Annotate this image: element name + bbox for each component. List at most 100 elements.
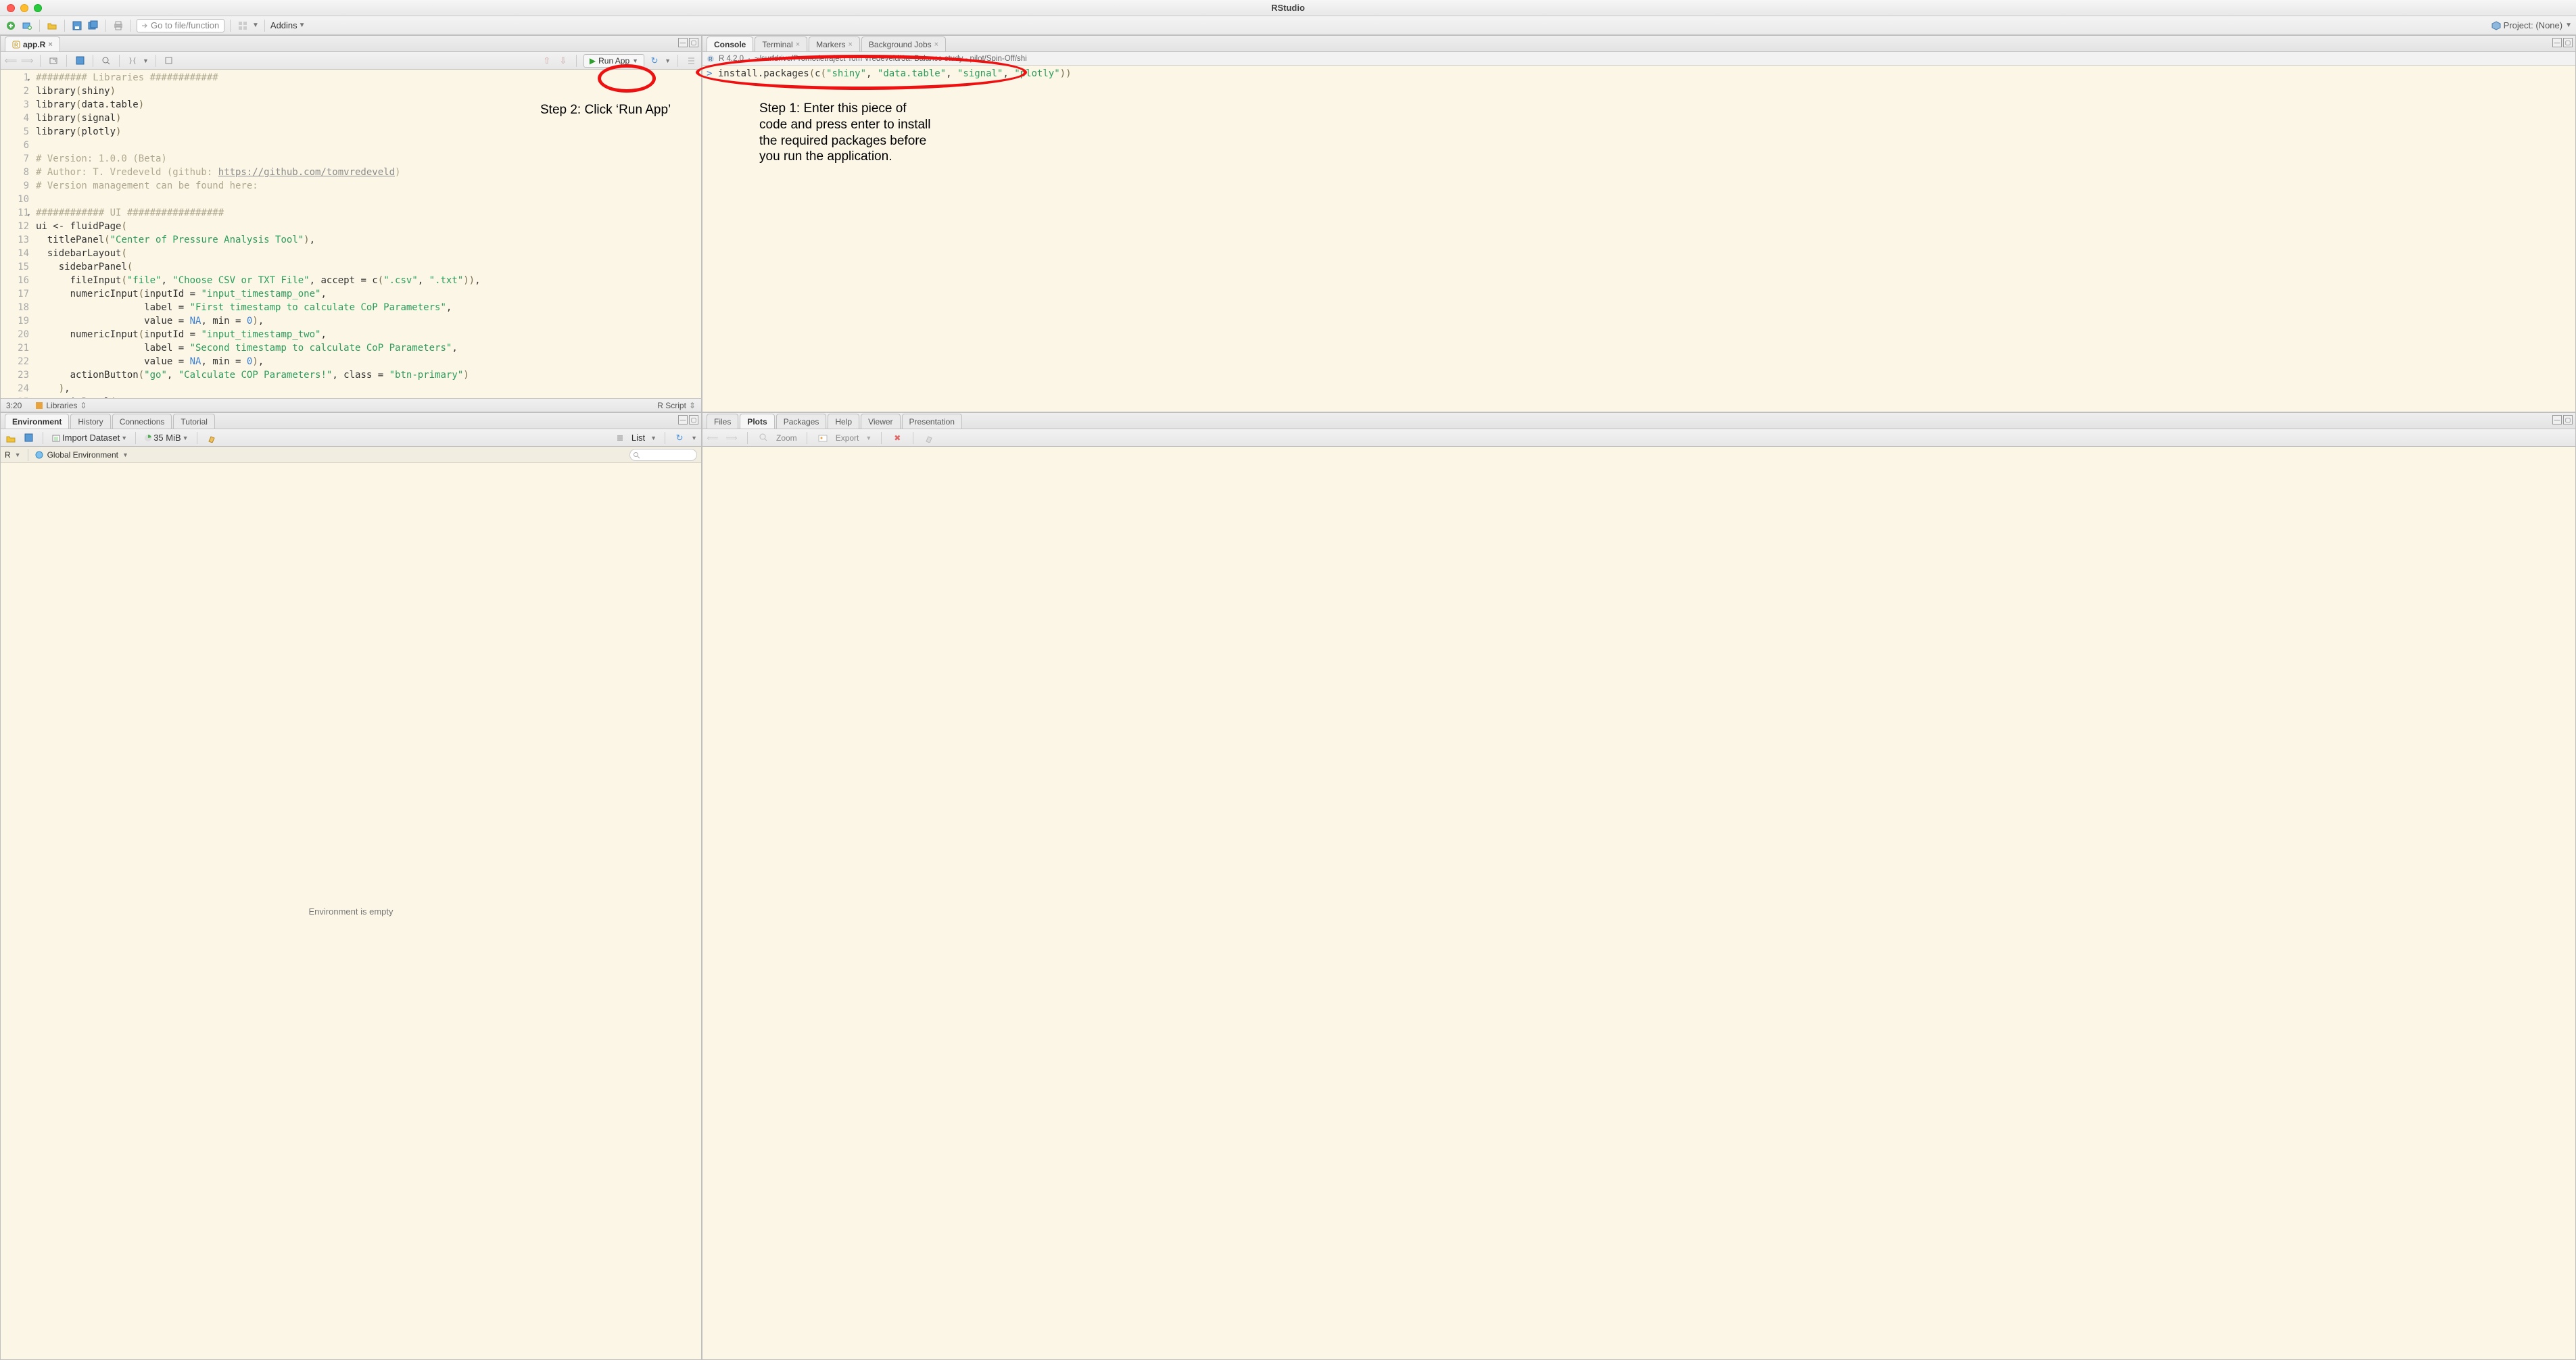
cursor-position: 3:20 xyxy=(6,401,22,410)
go-to-next-button[interactable]: ⇩ xyxy=(557,55,569,67)
tab-plots[interactable]: Plots xyxy=(740,414,774,429)
tab-presentation[interactable]: Presentation xyxy=(902,414,962,429)
chevron-down-icon[interactable]: ▼ xyxy=(122,452,128,458)
tab-tutorial[interactable]: Tutorial xyxy=(173,414,215,429)
remove-plot-button[interactable]: ✖ xyxy=(891,432,903,444)
new-file-button[interactable] xyxy=(4,19,18,32)
env-toolbar: Import Dataset ▼ 35 MiB ▼ List ▼ ↻ ▼ xyxy=(1,429,701,447)
chevron-down-icon[interactable]: ▼ xyxy=(650,435,657,441)
maximize-pane-button[interactable]: ▢ xyxy=(689,38,698,47)
chevron-updown-icon[interactable]: ⇕ xyxy=(80,401,87,410)
back-button[interactable]: ⟸ xyxy=(5,55,17,67)
tab-label: History xyxy=(78,417,103,427)
tab-label: Environment xyxy=(12,417,62,427)
tab-connections[interactable]: Connections xyxy=(112,414,172,429)
memory-usage-menu[interactable]: 35 MiB ▼ xyxy=(144,433,188,443)
chevron-down-icon[interactable]: ▼ xyxy=(691,435,697,441)
global-env-menu[interactable]: Global Environment xyxy=(47,450,118,460)
save-all-button[interactable] xyxy=(87,19,100,32)
outline-toggle-button[interactable] xyxy=(685,55,697,67)
chevron-down-icon[interactable]: ▼ xyxy=(143,57,149,64)
save-workspace-button[interactable] xyxy=(22,432,34,444)
zoom-button[interactable]: Zoom xyxy=(776,433,797,443)
chevron-updown-icon[interactable]: ⇕ xyxy=(689,401,696,410)
maximize-pane-button[interactable]: ▢ xyxy=(2563,415,2573,424)
new-project-button[interactable] xyxy=(20,19,34,32)
close-icon[interactable]: × xyxy=(796,41,800,49)
next-plot-button[interactable]: ⟹ xyxy=(725,432,738,444)
source-tab-app[interactable]: R app.R × xyxy=(5,37,60,51)
export-menu[interactable]: Export xyxy=(836,433,859,443)
file-type-label[interactable]: R Script xyxy=(657,401,686,410)
project-menu[interactable]: Project: (None) ▼ xyxy=(2491,20,2572,30)
memory-pie-icon xyxy=(144,434,152,442)
tab-console[interactable]: Console xyxy=(707,37,753,51)
svg-text:R: R xyxy=(709,56,713,62)
refresh-env-button[interactable]: ↻ xyxy=(673,432,686,444)
source-pane: R app.R × — ▢ ⟸ ⟹ xyxy=(0,35,702,412)
chevron-down-icon: ▼ xyxy=(2565,22,2572,29)
prev-plot-button[interactable]: ⟸ xyxy=(707,432,719,444)
r-file-icon: R xyxy=(12,41,20,49)
tab-viewer[interactable]: Viewer xyxy=(861,414,900,429)
clear-plots-button[interactable] xyxy=(923,432,935,444)
close-icon[interactable]: × xyxy=(848,41,852,49)
list-view-menu[interactable]: List xyxy=(631,433,645,443)
goto-file-function-input[interactable]: Go to file/function xyxy=(137,19,224,32)
code-editor[interactable]: 1▾234567891011▾1213141516171819202122232… xyxy=(1,70,701,398)
import-dataset-menu[interactable]: Import Dataset ▼ xyxy=(51,433,127,443)
chevron-down-icon[interactable]: ▼ xyxy=(865,435,872,441)
source-toolbar: ⟸ ⟹ ▼ ⇧ ⇩ xyxy=(1,52,701,70)
save-button[interactable] xyxy=(70,19,84,32)
tab-label: Plots xyxy=(747,417,767,427)
tab-packages[interactable]: Packages xyxy=(776,414,827,429)
tab-files[interactable]: Files xyxy=(707,414,738,429)
addins-menu[interactable]: Addins ▼ xyxy=(270,20,306,30)
go-to-prev-button[interactable]: ⇧ xyxy=(541,55,553,67)
tab-markers[interactable]: Markers× xyxy=(809,37,860,51)
chevron-down-icon[interactable]: ▼ xyxy=(665,57,671,64)
tab-environment[interactable]: Environment xyxy=(5,414,69,429)
minimize-pane-button[interactable]: — xyxy=(2552,38,2562,47)
forward-button[interactable]: ⟹ xyxy=(21,55,33,67)
chevron-down-icon[interactable]: ▼ xyxy=(15,452,21,458)
tab-label: Presentation xyxy=(909,417,955,427)
console-body[interactable]: > install.packages(c("shiny", "data.tabl… xyxy=(702,66,2575,412)
toolbar-grid-button[interactable] xyxy=(236,19,249,32)
r-scope-menu[interactable]: R xyxy=(5,450,11,460)
tab-history[interactable]: History xyxy=(70,414,110,429)
document-outline-button[interactable] xyxy=(163,55,175,67)
print-button[interactable] xyxy=(112,19,125,32)
environment-pane: EnvironmentHistoryConnectionsTutorial — … xyxy=(0,412,702,1360)
run-app-button[interactable]: ▶ Run App ▼ xyxy=(583,54,644,68)
load-workspace-button[interactable] xyxy=(5,432,17,444)
tab-help[interactable]: Help xyxy=(828,414,859,429)
env-search-input[interactable] xyxy=(629,449,697,461)
maximize-pane-button[interactable]: ▢ xyxy=(689,415,698,424)
tab-label: app.R xyxy=(23,40,45,49)
save-source-button[interactable] xyxy=(74,55,86,67)
find-button[interactable] xyxy=(100,55,112,67)
minimize-pane-button[interactable]: — xyxy=(678,38,688,47)
reload-app-button[interactable]: ↻ xyxy=(648,55,661,67)
minimize-pane-button[interactable]: — xyxy=(2552,415,2562,424)
clear-workspace-button[interactable] xyxy=(206,432,218,444)
tab-label: Files xyxy=(714,417,731,427)
code-tools-button[interactable] xyxy=(126,55,139,67)
open-file-button[interactable] xyxy=(45,19,59,32)
env-scope-bar: R ▼ Global Environment ▼ xyxy=(1,447,701,463)
tab-terminal[interactable]: Terminal× xyxy=(755,37,807,51)
console-tabs: ConsoleTerminal×Markers×Background Jobs×… xyxy=(702,36,2575,52)
show-in-new-window-button[interactable] xyxy=(47,55,59,67)
plots-tabs: Files Plots Packages HelpViewer Presentation… xyxy=(702,413,2575,429)
maximize-pane-button[interactable]: ▢ xyxy=(2563,38,2573,47)
tab-label: Packages xyxy=(784,417,819,427)
close-icon[interactable]: × xyxy=(48,41,52,49)
close-icon[interactable]: × xyxy=(934,41,938,49)
minimize-pane-button[interactable]: — xyxy=(678,415,688,424)
play-icon: ▶ xyxy=(590,56,596,66)
chevron-down-icon[interactable]: ▼ xyxy=(252,22,259,29)
section-label[interactable]: Libraries xyxy=(46,401,77,410)
titlebar: RStudio xyxy=(0,0,2576,16)
tab-background-jobs[interactable]: Background Jobs× xyxy=(861,37,946,51)
